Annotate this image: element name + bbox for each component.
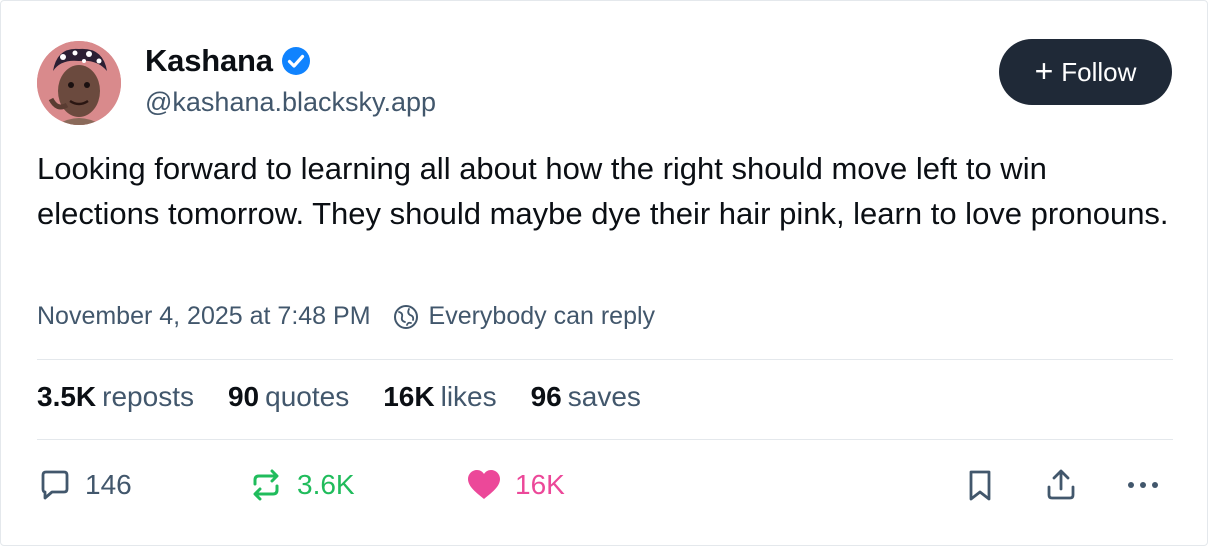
engagement-stats: 3.5K reposts 90 quotes 16K likes 96 saves [37,381,641,413]
more-icon [1128,482,1158,488]
more-options-button[interactable] [1123,467,1163,503]
like-icon [468,470,500,499]
reply-setting[interactable]: Everybody can reply [429,302,656,331]
bookmark-button[interactable] [963,467,997,503]
share-button[interactable] [1043,467,1079,503]
display-name[interactable]: Kashana [145,43,273,79]
plus-icon: + [1034,52,1054,89]
stat-reposts[interactable]: 3.5K reposts [37,381,194,413]
follow-button[interactable]: + Follow [999,39,1172,105]
repost-button[interactable]: 3.6K [247,467,355,503]
bookmark-icon [969,470,991,501]
share-icon [1047,469,1075,500]
stat-likes[interactable]: 16K likes [383,381,496,413]
divider-bottom [37,439,1173,440]
follow-button-label: Follow [1061,56,1137,87]
author-handle[interactable]: @kashana.blacksky.app [145,87,436,118]
avatar[interactable] [37,41,121,125]
like-count: 16K [515,469,565,500]
stat-saves[interactable]: 96 saves [531,381,641,413]
repost-count: 3.6K [297,469,355,500]
reply-count: 146 [85,469,132,500]
action-bar: 146 3.6K 16K [37,467,1173,513]
reply-icon [41,470,69,500]
post-card: Kashana @kashana.blacksky.app + Follow L… [0,0,1208,546]
like-button[interactable]: 16K [465,467,565,503]
divider-top [37,359,1173,360]
post-timestamp[interactable]: November 4, 2025 at 7:48 PM [37,302,371,331]
stat-quotes[interactable]: 90 quotes [228,381,349,413]
globe-icon [393,304,418,329]
post-text: Looking forward to learning all about ho… [37,151,1169,231]
reply-button[interactable]: 146 [37,467,132,503]
author-name-row: Kashana [145,43,311,79]
post-meta: November 4, 2025 at 7:48 PM Everybody ca… [37,302,655,331]
verified-icon[interactable] [281,46,311,76]
repost-icon [253,469,279,501]
